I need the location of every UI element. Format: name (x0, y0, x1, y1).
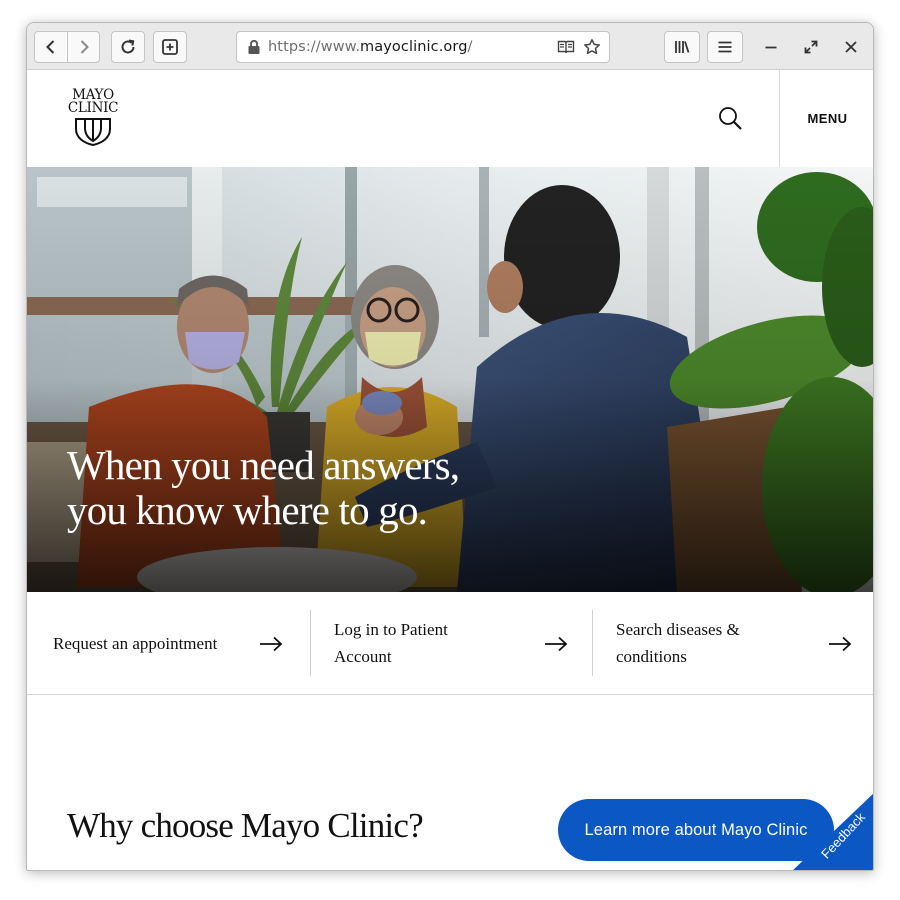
new-tab-icon (162, 39, 178, 55)
maximize-icon (804, 40, 818, 54)
back-button[interactable] (35, 32, 67, 62)
browser-window: https://www.mayoclinic.org/ MAYO CLINIC (26, 22, 874, 871)
close-button[interactable] (840, 36, 862, 58)
maximize-button[interactable] (800, 36, 822, 58)
arrow-right-icon (260, 636, 283, 652)
reload-button[interactable] (111, 31, 145, 63)
hero-banner: When you need answers, you know where to… (27, 167, 873, 592)
bookmark-star-icon[interactable] (583, 38, 601, 56)
search-button[interactable] (717, 105, 745, 133)
reader-view-icon[interactable] (557, 38, 575, 56)
arrow-right-icon (545, 636, 568, 652)
close-icon (845, 41, 857, 53)
quick-links-bar: Request an appointment Log in to Patient… (27, 592, 873, 695)
address-bar[interactable]: https://www.mayoclinic.org/ (236, 31, 610, 63)
search-icon (719, 107, 742, 130)
minimize-button[interactable] (760, 36, 782, 58)
hero-headline: When you need answers, you know where to… (67, 442, 460, 533)
menu-button[interactable]: MENU (779, 70, 873, 167)
mayo-clinic-logo[interactable]: MAYO CLINIC (65, 88, 121, 149)
quick-link-request-appointment[interactable]: Request an appointment (27, 592, 310, 695)
quick-link-label: Log in to Patient Account (334, 620, 448, 666)
site-header: MAYO CLINIC MENU (27, 70, 873, 167)
quick-link-label: Search diseases & conditions (616, 620, 740, 666)
feedback-tab[interactable]: Feedback (791, 792, 873, 870)
hamburger-icon (718, 41, 732, 53)
lock-icon (248, 39, 260, 54)
library-button[interactable] (664, 31, 700, 63)
shield-logo-icon (75, 118, 111, 147)
new-tab-button[interactable] (153, 31, 187, 63)
arrow-right-icon (829, 636, 852, 652)
chevron-left-icon (46, 40, 55, 54)
quick-link-patient-account[interactable]: Log in to Patient Account (310, 592, 592, 695)
url-text: https://www.mayoclinic.org/ (268, 39, 473, 55)
why-heading: Why choose Mayo Clinic? (67, 806, 424, 845)
forward-button[interactable] (68, 32, 100, 62)
chevron-right-icon (80, 40, 89, 54)
logo-text-line2: CLINIC (67, 100, 119, 116)
reload-icon (121, 39, 135, 54)
app-menu-button[interactable] (707, 31, 743, 63)
menu-label: MENU (807, 111, 848, 126)
minimize-icon (765, 46, 777, 49)
browser-toolbar: https://www.mayoclinic.org/ (27, 23, 873, 70)
quick-link-search-diseases[interactable]: Search diseases & conditions (592, 592, 873, 695)
library-icon (675, 41, 690, 53)
quick-link-label: Request an appointment (53, 634, 218, 653)
nav-button-group (34, 31, 100, 63)
